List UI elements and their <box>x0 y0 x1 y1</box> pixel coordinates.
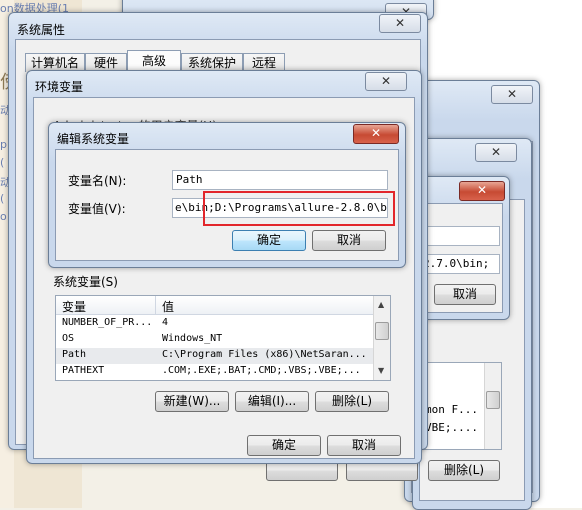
scrollbar[interactable] <box>484 363 501 449</box>
row-value: C:\Program Files (x86)\NetSaran... <box>162 349 367 360</box>
bg-char-2: p <box>0 138 7 151</box>
close-icon[interactable]: ✕ <box>379 14 421 33</box>
row-variable: OS <box>62 333 75 344</box>
close-icon[interactable]: ✕ <box>365 72 407 91</box>
row-variable: PATHEXT <box>62 365 105 376</box>
scroll-up-icon[interactable]: ▲ <box>378 300 384 309</box>
tab-advanced[interactable]: 高级 <box>127 50 181 72</box>
scrollbar-thumb[interactable] <box>375 322 389 340</box>
bg-char-6: o <box>0 210 7 223</box>
variable-name-value: Path <box>176 173 203 186</box>
background-input[interactable] <box>422 226 500 246</box>
variable-name-input[interactable]: Path <box>172 170 388 190</box>
new-variable-button[interactable]: 新建(W)... <box>155 391 229 412</box>
bg-char-3: ( <box>0 156 5 169</box>
column-divider <box>155 296 156 314</box>
row-value: Windows_NT <box>162 333 223 344</box>
row-variable: Path <box>62 349 87 360</box>
highlight-annotation-box <box>203 191 395 226</box>
table-row-selected[interactable]: Path C:\Program Files (x86)\NetSaran... <box>56 348 374 364</box>
delete-variable-button[interactable]: 删除(L) <box>315 391 389 412</box>
background-input[interactable]: 2.7.0\bin; <box>422 254 500 274</box>
column-header-variable[interactable]: 变量 <box>62 298 86 315</box>
background-input-value: 2.7.0\bin; <box>423 257 490 270</box>
row-value: 4 <box>162 317 169 328</box>
list-header: 变量 值 <box>56 296 374 315</box>
background-variable-list[interactable]: mon F... VBE;.... <box>418 362 502 450</box>
bg-list-row: mon F... <box>425 403 478 416</box>
table-row[interactable]: OS Windows_NT <box>56 332 374 348</box>
edit-variable-button[interactable]: 编辑(I)... <box>235 391 309 412</box>
cancel-button[interactable]: 取消 <box>312 230 386 251</box>
system-variables-list[interactable]: 变量 值 NUMBER_OF_PR... 4 OS Windows_NT Pat… <box>55 295 391 381</box>
background-close-icon[interactable]: ✕ <box>475 143 517 162</box>
window-title: 环境变量 <box>35 80 84 94</box>
background-cancel-button[interactable]: 取消 <box>434 284 496 305</box>
row-value: .COM;.EXE;.BAT;.CMD;.VBS;.VBE;... <box>162 365 361 376</box>
table-row[interactable]: NUMBER_OF_PR... 4 <box>56 316 374 332</box>
bg-char-5: ( <box>0 192 5 205</box>
row-variable: NUMBER_OF_PR... <box>62 317 153 328</box>
background-delete-button[interactable]: 删除(L) <box>428 460 500 481</box>
ok-button[interactable]: 确定 <box>247 435 321 456</box>
column-header-value[interactable]: 值 <box>162 298 174 315</box>
table-row[interactable]: PATHEXT .COM;.EXE;.BAT;.CMD;.VBS;.VBE;..… <box>56 364 374 380</box>
variable-value-label: 变量值(V): <box>68 202 126 216</box>
background-close-icon[interactable]: ✕ <box>491 85 533 104</box>
cancel-button[interactable]: 取消 <box>327 435 401 456</box>
system-variables-label: 系统变量(S) <box>53 275 118 289</box>
ok-button[interactable]: 确定 <box>232 230 306 251</box>
scrollbar-thumb[interactable] <box>486 391 500 409</box>
dialog-title: 编辑系统变量 <box>57 132 130 146</box>
background-close-icon[interactable]: ✕ <box>459 181 505 201</box>
bg-list-row: VBE;.... <box>425 421 478 434</box>
close-icon[interactable]: ✕ <box>353 124 399 144</box>
scroll-down-icon[interactable]: ▼ <box>378 366 384 375</box>
scrollbar[interactable]: ▲ ▼ <box>373 296 390 380</box>
window-title: 系统属性 <box>17 23 66 37</box>
variable-name-label: 变量名(N): <box>68 174 127 188</box>
